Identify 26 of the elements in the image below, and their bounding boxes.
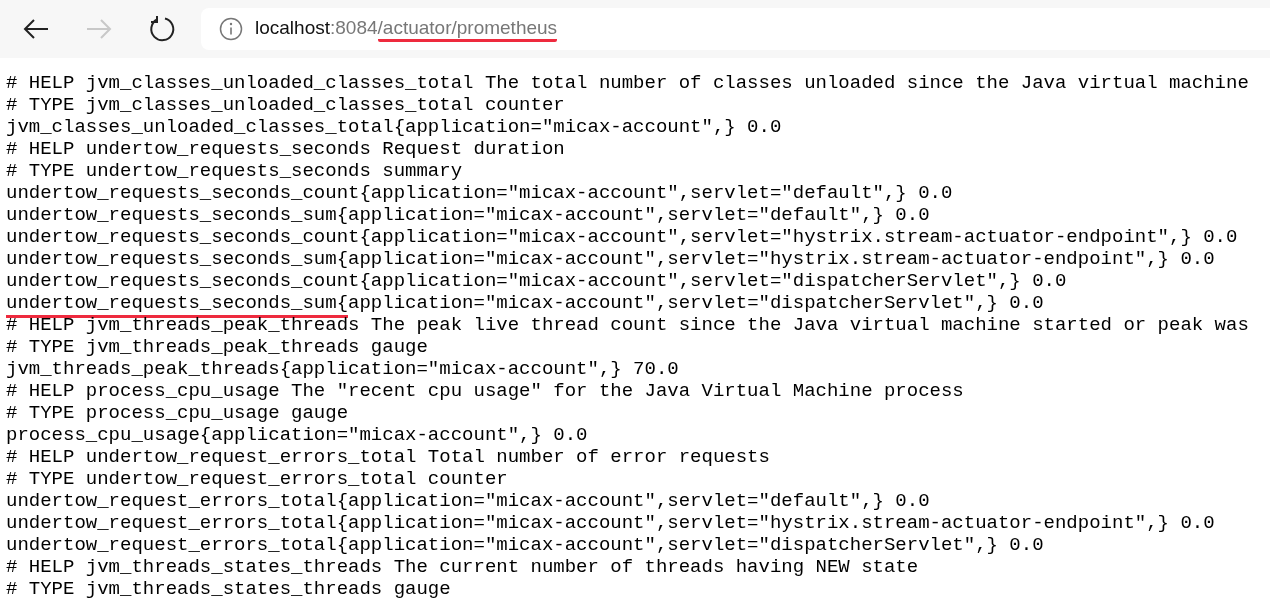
code-line: # HELP undertow_request_errors_total Total number of error requests: [6, 446, 770, 468]
code-line: process_cpu_usage{application="micax-account",} 0.0: [6, 424, 588, 446]
code-line: # HELP jvm_threads_states_threads The current number of threads having NEW state: [6, 556, 919, 578]
code-line: undertow_requests_seconds_sum{application="micax-account",servlet="default",} 0.0: [6, 204, 930, 226]
code-line: undertow_requests_seconds_count{application="micax-account",servlet="hystrix.stream-actuator-endpoint",} 0.0: [6, 226, 1238, 248]
code-line: jvm_classes_unloaded_classes_total{application="micax-account",} 0.0: [6, 116, 782, 138]
code-line: undertow_requests_seconds_count{application="micax-account",servlet="dispatcherServlet",} 0.0: [6, 270, 1067, 292]
code-line: # TYPE jvm_threads_states_threads gauge: [6, 578, 451, 600]
code-line: # TYPE undertow_request_errors_total counter: [6, 468, 508, 490]
code-line: jvm_threads_peak_threads{application="micax-account",} 70.0: [6, 358, 679, 380]
code-line: undertow_request_errors_total{application="micax-account",servlet="default",} 0.0: [6, 490, 930, 512]
code-line: # TYPE jvm_classes_unloaded_classes_total counter: [6, 94, 565, 116]
info-icon[interactable]: [219, 17, 243, 41]
code-line: undertow_requests_seconds_sum{application="micax-account",servlet="hystrix.stream-actuator-endpoint",} 0.0: [6, 248, 1215, 270]
code-line: # TYPE undertow_requests_seconds summary: [6, 160, 463, 182]
code-line: # HELP process_cpu_usage The "recent cpu usage" for the Java Virtual Machine process: [6, 380, 964, 402]
code-line: # HELP jvm_classes_unloaded_classes_total The total number of classes unloaded since the Java virtual machine: [6, 72, 1249, 94]
url-text: localhost:8084/actuator/prometheus: [255, 16, 558, 42]
code-line: # HELP undertow_requests_seconds Request duration: [6, 138, 565, 160]
code-line: # TYPE jvm_threads_peak_threads gauge: [6, 336, 428, 358]
code-line: # HELP jvm_threads_peak_threads The peak live thread count since the Java virtual machine started or peak was: [6, 314, 1249, 336]
code-line: undertow_requests_seconds_count{application="micax-account",servlet="default",} 0.0: [6, 182, 953, 204]
code-line: # TYPE process_cpu_usage gauge: [6, 402, 349, 424]
address-bar[interactable]: localhost:8084/actuator/prometheus: [201, 8, 1270, 50]
code-line: undertow_request_errors_total{application="micax-account",servlet="dispatcherServlet",} 0.0: [6, 534, 1044, 556]
code-line: undertow_request_errors_total{application="micax-account",servlet="hystrix.stream-actuator-endpoint",} 0.0: [6, 512, 1215, 534]
